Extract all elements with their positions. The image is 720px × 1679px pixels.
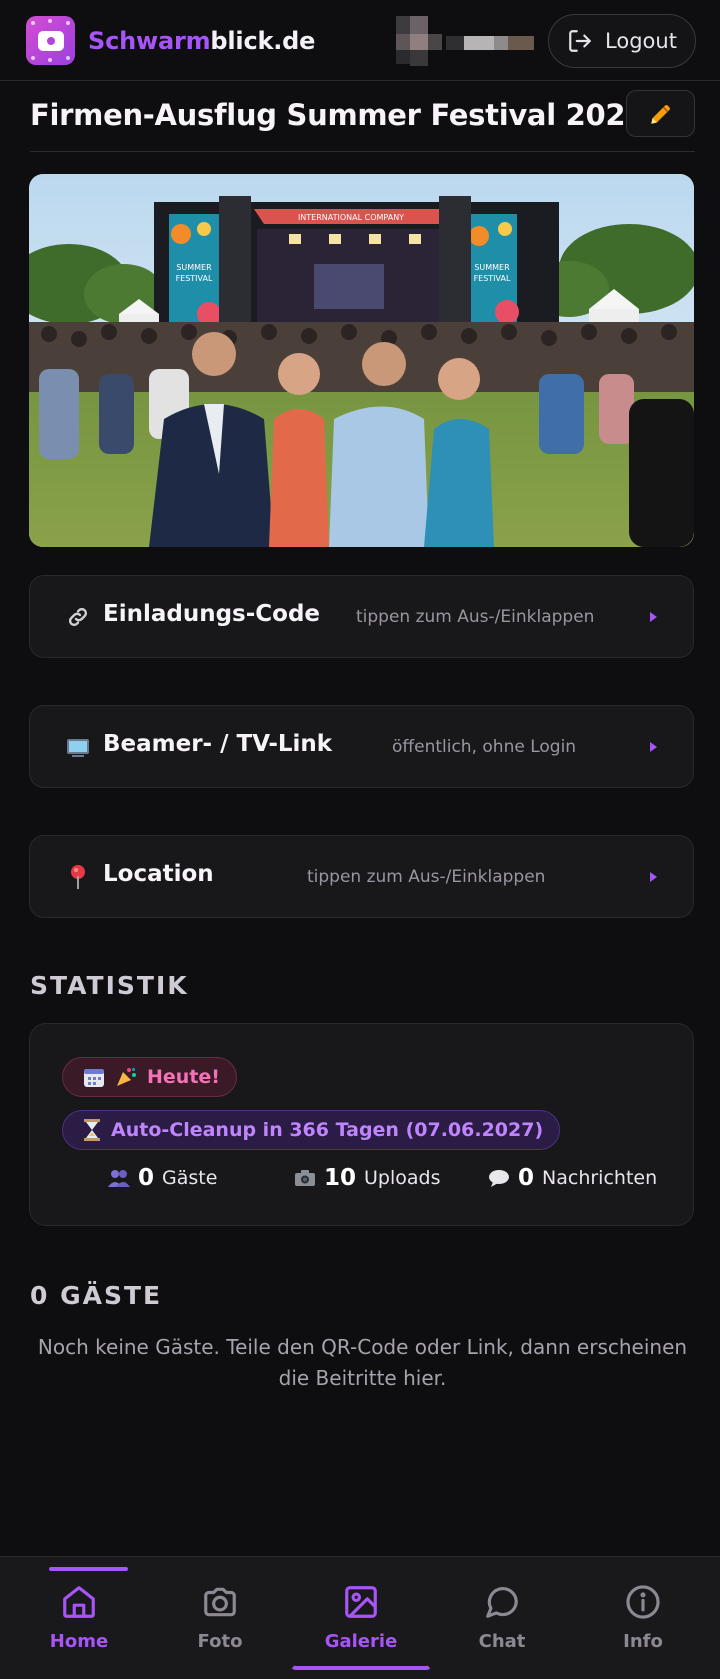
top-bar: Schwarmblick.de Logout — [0, 0, 720, 81]
brand-name: Schwarmblick.de — [88, 26, 316, 55]
uploads-stat: 10 Uploads — [294, 1165, 441, 1191]
nav-foto[interactable]: Foto — [150, 1557, 290, 1679]
guests-count: 0 — [138, 1165, 155, 1191]
pencil-icon — [650, 104, 670, 124]
cleanup-badge: Auto-Cleanup in 366 Tagen (07.06.2027) — [62, 1110, 561, 1150]
messages-stat: 0 Nachrichten — [488, 1165, 657, 1191]
camera-icon — [204, 1587, 236, 1617]
edit-button[interactable] — [626, 90, 695, 137]
guests-heading: 0 GÄSTE — [30, 1281, 163, 1310]
info-icon — [626, 1585, 660, 1619]
chevron-right-icon — [650, 742, 657, 752]
hourglass-icon — [83, 1119, 101, 1141]
banner-left-line1: SUMMER — [176, 263, 212, 272]
nav-info-label: Info — [623, 1631, 663, 1652]
nav-chat[interactable]: Chat — [432, 1557, 572, 1679]
stats-heading: STATISTIK — [30, 971, 189, 1000]
nav-galerie[interactable]: Galerie — [291, 1557, 431, 1679]
camera-icon — [295, 1170, 315, 1186]
chevron-right-icon — [650, 612, 657, 622]
logout-icon — [569, 30, 591, 52]
cleanup-badge-label: Auto-Cleanup in 366 Tagen (07.06.2027) — [111, 1119, 544, 1141]
tv-link-card[interactable]: Beamer- / TV-Link öffentlich, ohne Login — [29, 705, 694, 788]
home-icon — [63, 1586, 95, 1618]
nav-galerie-label: Galerie — [324, 1631, 398, 1652]
chevron-right-icon — [650, 872, 657, 882]
event-header: Firmen-Ausflug Summer Festival 2026 — [30, 86, 695, 152]
card-title: Location — [103, 861, 214, 887]
link-icon — [65, 604, 91, 630]
calendar-icon — [83, 1066, 105, 1088]
banner-right-line1: SUMMER — [474, 263, 510, 272]
chat-icon — [486, 1587, 518, 1618]
logout-button[interactable]: Logout — [548, 14, 696, 68]
logout-label: Logout — [605, 29, 677, 53]
guests-stat: 0 Gäste — [108, 1165, 217, 1191]
avatar — [396, 16, 534, 68]
pin-icon — [65, 864, 91, 890]
party-popper-icon — [115, 1066, 137, 1088]
bottom-nav: Home Foto Galerie Chat Info — [0, 1556, 720, 1679]
location-card[interactable]: Location tippen zum Aus-/Einklappen — [29, 835, 694, 918]
camera-logo-icon — [26, 16, 75, 65]
nav-home[interactable]: Home — [9, 1557, 149, 1679]
page-title: Firmen-Ausflug Summer Festival 2026 — [30, 98, 646, 132]
brand[interactable]: Schwarmblick.de — [26, 16, 315, 65]
card-title: Beamer- / TV-Link — [103, 731, 333, 757]
nav-info[interactable]: Info — [573, 1557, 713, 1679]
card-hint: öffentlich, ohne Login — [392, 737, 577, 757]
card-title: Einladungs-Code — [103, 601, 321, 627]
nav-chat-label: Chat — [478, 1631, 526, 1652]
today-badge: Heute! — [62, 1057, 237, 1097]
uploads-label: Uploads — [364, 1167, 441, 1189]
active-indicator — [49, 1567, 128, 1571]
speech-bubble-icon — [489, 1170, 509, 1187]
card-hint: tippen zum Aus-/Einklappen — [307, 867, 546, 887]
card-hint: tippen zum Aus-/Einklappen — [356, 607, 595, 627]
invite-code-card[interactable]: Einladungs-Code tippen zum Aus-/Einklapp… — [29, 575, 694, 658]
tv-icon — [65, 734, 91, 760]
messages-count: 0 — [518, 1165, 535, 1191]
banner-left-line2: FESTIVAL — [176, 274, 213, 283]
nav-home-label: Home — [49, 1631, 109, 1652]
banner-right-line2: FESTIVAL — [474, 274, 511, 283]
stage-banner-text: INTERNATIONAL COMPANY — [298, 213, 404, 222]
event-photo[interactable]: INTERNATIONAL COMPANY SUMMER FESTIVAL SU… — [29, 174, 694, 547]
guests-empty-text: Noch keine Gäste. Teile den QR-Code oder… — [37, 1335, 688, 1390]
stats-card: Heute! Auto-Cleanup in 366 Tagen (07.06.… — [29, 1023, 694, 1226]
gallery-icon — [345, 1586, 377, 1618]
galerie-active-underline — [290, 1664, 432, 1670]
messages-label: Nachrichten — [542, 1167, 658, 1189]
nav-foto-label: Foto — [197, 1631, 243, 1652]
uploads-count: 10 — [324, 1165, 357, 1191]
today-badge-label: Heute! — [147, 1066, 220, 1088]
users-icon — [108, 1170, 130, 1187]
guests-label: Gäste — [162, 1167, 218, 1189]
